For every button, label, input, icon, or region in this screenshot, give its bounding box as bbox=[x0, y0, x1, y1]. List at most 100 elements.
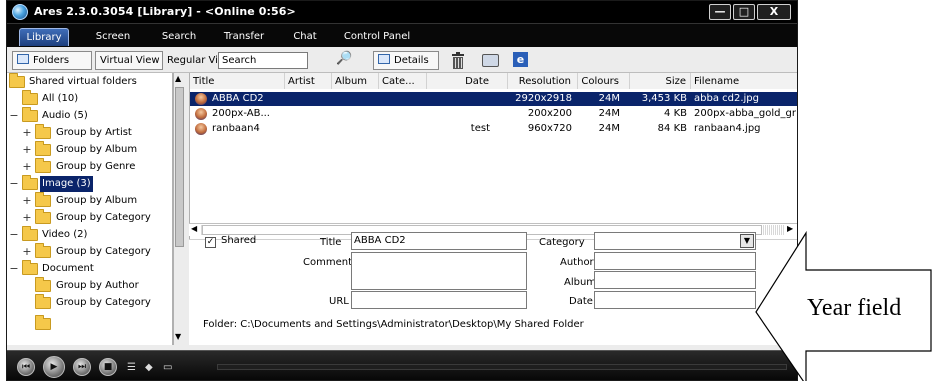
search-icon[interactable]: 🔎 bbox=[336, 52, 352, 68]
cell-title: ABBA CD2 bbox=[212, 93, 264, 104]
window-title: Ares 2.3.0.3054 [Library] - <Online 0:56… bbox=[34, 5, 296, 18]
cell-colours: 24M bbox=[598, 93, 620, 104]
expand-icon[interactable]: + bbox=[22, 210, 32, 226]
folder-icon bbox=[22, 90, 38, 105]
minimize-button[interactable]: — bbox=[709, 4, 731, 20]
scroll-left-icon[interactable]: ◀ bbox=[191, 224, 197, 233]
collapse-icon[interactable]: − bbox=[9, 261, 19, 277]
tree-item-image[interactable]: − Image (3) bbox=[7, 175, 172, 192]
tree-item-audio[interactable]: − Audio (5) bbox=[7, 107, 172, 124]
stop-icon[interactable]: ■ bbox=[99, 358, 117, 376]
column-header-title[interactable]: Title bbox=[190, 73, 285, 90]
date-field[interactable] bbox=[594, 291, 756, 309]
main-tab-bar: Library Screen Search Transfer Chat Cont… bbox=[7, 23, 797, 47]
tree-item-partial[interactable] bbox=[7, 315, 172, 332]
tree-item-shared-virtual-folders[interactable]: Shared virtual folders bbox=[7, 73, 172, 90]
title-label: Title bbox=[320, 237, 342, 248]
tree-item-label: Group by Album bbox=[56, 144, 138, 155]
shared-checkbox[interactable]: ✓ bbox=[205, 237, 216, 248]
player-progress-track[interactable] bbox=[217, 364, 787, 370]
table-row[interactable]: 200px-AB... 200x200 24M 4 KB 200px-abba_… bbox=[190, 107, 797, 121]
tab-control-panel[interactable]: Control Panel bbox=[343, 28, 411, 46]
collapse-icon[interactable]: − bbox=[9, 108, 19, 124]
url-field[interactable] bbox=[351, 291, 527, 309]
cell-date: test bbox=[470, 123, 490, 134]
tab-chat[interactable]: Chat bbox=[290, 28, 320, 46]
tree-item-document-group-by-author[interactable]: Group by Author bbox=[7, 277, 172, 294]
image-file-icon bbox=[195, 108, 207, 120]
collapse-icon[interactable]: − bbox=[9, 227, 19, 243]
monitor-icon[interactable] bbox=[482, 54, 499, 67]
tree-item-label: Document bbox=[42, 263, 94, 274]
ares-logo-icon bbox=[12, 4, 28, 20]
column-header-category[interactable]: Cate... bbox=[379, 73, 427, 90]
close-button[interactable]: X bbox=[757, 4, 791, 20]
column-header-artist[interactable]: Artist bbox=[285, 73, 332, 90]
trash-icon[interactable] bbox=[451, 52, 465, 69]
tree-scrollbar[interactable]: ▲ ▼ bbox=[173, 73, 185, 345]
table-row[interactable]: ranbaan4 test 960x720 24M 84 KB ranbaan4… bbox=[190, 122, 797, 136]
tree-item-audio-group-by-album[interactable]: + Group by Album bbox=[7, 141, 172, 158]
cell-resolution: 2920x2918 bbox=[515, 93, 572, 104]
expand-icon[interactable]: + bbox=[22, 244, 32, 260]
scroll-up-icon[interactable]: ▲ bbox=[175, 74, 181, 83]
cell-colours: 24M bbox=[598, 108, 620, 119]
cell-size: 4 KB bbox=[664, 108, 687, 119]
folder-icon bbox=[35, 124, 51, 139]
cell-filename: ranbaan4.jpg bbox=[694, 123, 761, 134]
column-header-colours[interactable]: Colours bbox=[578, 73, 630, 90]
title-field[interactable]: ABBA CD2 bbox=[351, 232, 527, 250]
tab-search[interactable]: Search bbox=[159, 28, 199, 46]
folders-button-label: Folders bbox=[33, 55, 70, 66]
play-icon[interactable]: ▶ bbox=[43, 356, 65, 378]
expand-icon[interactable]: + bbox=[22, 142, 32, 158]
collapse-icon[interactable]: − bbox=[9, 176, 19, 192]
author-field[interactable] bbox=[594, 252, 756, 270]
playlist-icon[interactable]: ☰ bbox=[127, 362, 136, 373]
column-header-filename[interactable]: Filename bbox=[691, 73, 797, 90]
column-header-album[interactable]: Album bbox=[332, 73, 379, 90]
expand-icon[interactable]: + bbox=[22, 193, 32, 209]
volume-icon[interactable]: ◆ bbox=[145, 362, 153, 373]
column-header-date[interactable]: Date bbox=[427, 73, 508, 90]
scroll-down-icon[interactable]: ▼ bbox=[175, 332, 181, 341]
folders-view-icon bbox=[17, 54, 29, 64]
search-input[interactable] bbox=[218, 52, 308, 69]
details-button-label: Details bbox=[394, 55, 429, 66]
category-label: Category bbox=[539, 237, 585, 248]
mini-screen-icon[interactable]: ▭ bbox=[163, 362, 172, 373]
tab-screen[interactable]: Screen bbox=[93, 28, 133, 46]
tree-item-image-group-by-category[interactable]: + Group by Category bbox=[7, 209, 172, 226]
expand-icon[interactable]: + bbox=[22, 125, 32, 141]
cell-filename: 200px-abba_gold_gr bbox=[694, 108, 796, 119]
tree-item-all[interactable]: All (10) bbox=[7, 90, 172, 107]
maximize-button[interactable]: □ bbox=[733, 4, 755, 20]
web-browser-icon[interactable]: e bbox=[513, 52, 528, 67]
tree-item-image-group-by-album[interactable]: + Group by Album bbox=[7, 192, 172, 209]
table-row[interactable]: ABBA CD2 2920x2918 24M 3,453 KB abba cd2… bbox=[190, 92, 797, 106]
folder-icon bbox=[35, 192, 51, 207]
tree-item-video-group-by-category[interactable]: + Group by Category bbox=[7, 243, 172, 260]
column-header-size[interactable]: Size bbox=[630, 73, 691, 90]
tree-item-document-group-by-category[interactable]: Group by Category bbox=[7, 294, 172, 311]
image-file-icon bbox=[195, 123, 207, 135]
details-button[interactable]: Details bbox=[373, 51, 439, 70]
tree-item-audio-group-by-genre[interactable]: + Group by Genre bbox=[7, 158, 172, 175]
expand-icon[interactable]: + bbox=[22, 159, 32, 175]
cell-size: 84 KB bbox=[657, 123, 687, 134]
previous-icon[interactable]: ⏮ bbox=[17, 358, 35, 376]
tree-item-video[interactable]: − Video (2) bbox=[7, 226, 172, 243]
tree-item-document[interactable]: − Document bbox=[7, 260, 172, 277]
tree-item-audio-group-by-artist[interactable]: + Group by Artist bbox=[7, 124, 172, 141]
tab-transfer[interactable]: Transfer bbox=[219, 28, 269, 46]
next-icon[interactable]: ⏭ bbox=[73, 358, 91, 376]
column-header-resolution[interactable]: Resolution bbox=[508, 73, 578, 90]
category-select[interactable]: ▼ bbox=[594, 232, 756, 250]
virtual-view-button[interactable]: Virtual View bbox=[95, 51, 163, 70]
scrollbar-thumb[interactable] bbox=[175, 87, 184, 247]
tab-library[interactable]: Library bbox=[19, 28, 69, 46]
album-field[interactable] bbox=[594, 271, 756, 289]
comments-field[interactable] bbox=[351, 252, 527, 290]
cell-filename: abba cd2.jpg bbox=[694, 93, 759, 104]
folders-button[interactable]: Folders bbox=[12, 51, 92, 70]
